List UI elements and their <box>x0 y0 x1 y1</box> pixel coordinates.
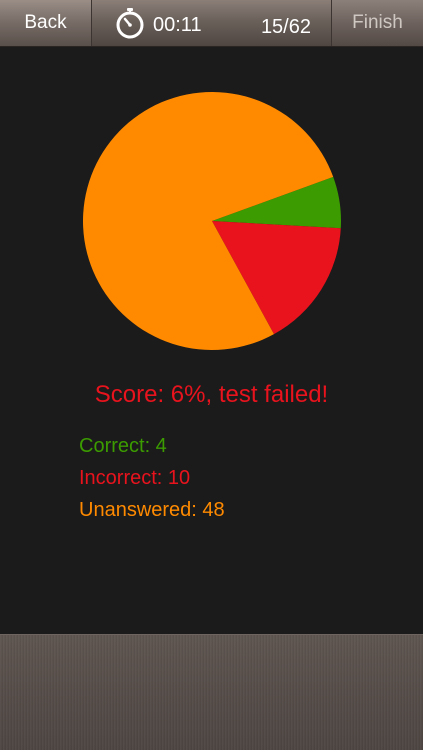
quiz-result-screen: Back 00:11 15/62 Finish Score: 6%, test … <box>0 0 423 750</box>
result-stats: Correct: 4 Incorrect: 10 Unanswered: 48 <box>79 432 225 528</box>
elapsed-timer: 00:11 <box>153 14 202 36</box>
timer-group: 00:11 15/62 <box>92 0 331 46</box>
finish-button[interactable]: Finish <box>331 0 423 46</box>
score-summary: Score: 6%, test failed! <box>94 381 329 408</box>
question-progress: 15/62 <box>260 16 311 38</box>
incorrect-count: Incorrect: 10 <box>79 467 191 489</box>
stopwatch-icon <box>116 8 144 39</box>
unanswered-count: Unanswered: 48 <box>79 499 225 521</box>
result-pie-chart <box>82 91 342 351</box>
back-button[interactable]: Back <box>0 0 92 46</box>
correct-count: Correct: 4 <box>79 435 167 457</box>
bottom-panel <box>0 634 423 750</box>
pie-chart-svg <box>83 91 341 350</box>
top-toolbar: Back 00:11 15/62 Finish <box>0 0 423 47</box>
